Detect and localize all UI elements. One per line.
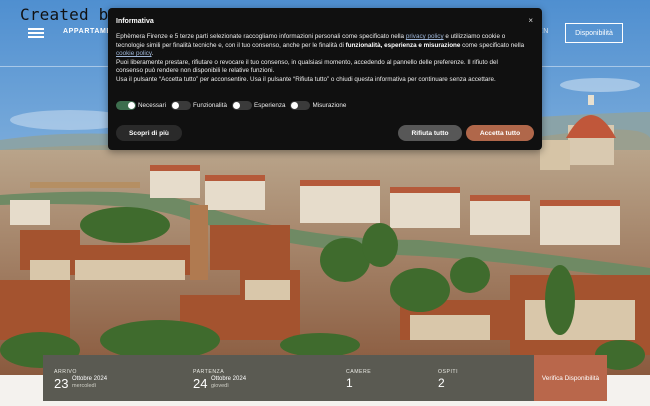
accept-all-button[interactable]: Accetta tutto bbox=[466, 125, 534, 141]
guests-label: OSPITI bbox=[438, 369, 459, 375]
rooms-label: CAMERE bbox=[346, 369, 372, 375]
check-availability-button[interactable]: Verifica Disponibilità bbox=[534, 355, 607, 401]
toggle-experience[interactable]: Esperienza bbox=[231, 100, 286, 110]
body-text: . bbox=[151, 50, 154, 58]
privacy-policy-link[interactable]: privacy policy bbox=[406, 33, 444, 40]
dialog-body: Ephèmera Firenze e 5 terze parti selezio… bbox=[116, 33, 526, 85]
watermark-text: Created by bbox=[20, 5, 119, 24]
toggle-switch[interactable] bbox=[231, 100, 252, 110]
learn-more-button[interactable]: Scopri di più bbox=[116, 125, 182, 141]
cookie-consent-dialog: Informativa × Ephèmera Firenze e 5 terze… bbox=[108, 8, 542, 150]
body-bold-text: funzionalità, esperienza e misurazione bbox=[345, 41, 461, 49]
body-text: Puoi liberamente prestare, rifiutare o r… bbox=[116, 58, 498, 75]
close-icon[interactable]: × bbox=[528, 16, 533, 25]
reject-all-button[interactable]: Rifiuta tutto bbox=[398, 125, 462, 141]
booking-bar: ARRIVO 23 Ottobre 2024 mercoledì PARTENZ… bbox=[43, 355, 607, 401]
availability-button[interactable]: Disponibilità bbox=[565, 23, 623, 43]
toggle-switch[interactable] bbox=[116, 100, 136, 110]
arrival-day: 23 bbox=[54, 376, 69, 391]
toggle-label: Misurazione bbox=[312, 101, 347, 109]
departure-day: 24 bbox=[193, 376, 208, 391]
departure-month: Ottobre 2024 bbox=[211, 376, 247, 382]
toggle-label: Esperienza bbox=[253, 101, 286, 109]
body-text: Usa il pulsante “Accetta tutto” per acco… bbox=[116, 75, 496, 83]
guests-value: 2 bbox=[438, 376, 445, 390]
toggle-switch[interactable] bbox=[171, 100, 191, 110]
arrival-month: Ottobre 2024 bbox=[72, 376, 108, 382]
toggle-switch[interactable] bbox=[290, 100, 311, 110]
toggle-measurement[interactable]: Misurazione bbox=[290, 100, 347, 110]
body-text: come specificato nella bbox=[460, 41, 525, 49]
toggle-necessary[interactable]: Necessari bbox=[116, 100, 166, 110]
hamburger-menu-icon[interactable] bbox=[28, 28, 44, 38]
departure-label: PARTENZA bbox=[193, 369, 225, 375]
rooms-value: 1 bbox=[346, 376, 353, 390]
toggle-label: Funzionalità bbox=[193, 101, 227, 109]
toggle-functionality[interactable]: Funzionalità bbox=[171, 100, 227, 110]
arrival-label: ARRIVO bbox=[54, 369, 77, 375]
toggle-label: Necessari bbox=[138, 101, 166, 109]
dialog-title: Informativa bbox=[116, 18, 154, 25]
body-text: Ephèmera Firenze e 5 terze parti selezio… bbox=[116, 33, 406, 40]
consent-toggles: Necessari Funzionalità Esperienza Misura… bbox=[116, 100, 351, 110]
arrival-weekday: mercoledì bbox=[72, 383, 97, 389]
cookie-policy-link[interactable]: cookie policy bbox=[116, 50, 152, 57]
departure-weekday: giovedì bbox=[211, 383, 229, 389]
